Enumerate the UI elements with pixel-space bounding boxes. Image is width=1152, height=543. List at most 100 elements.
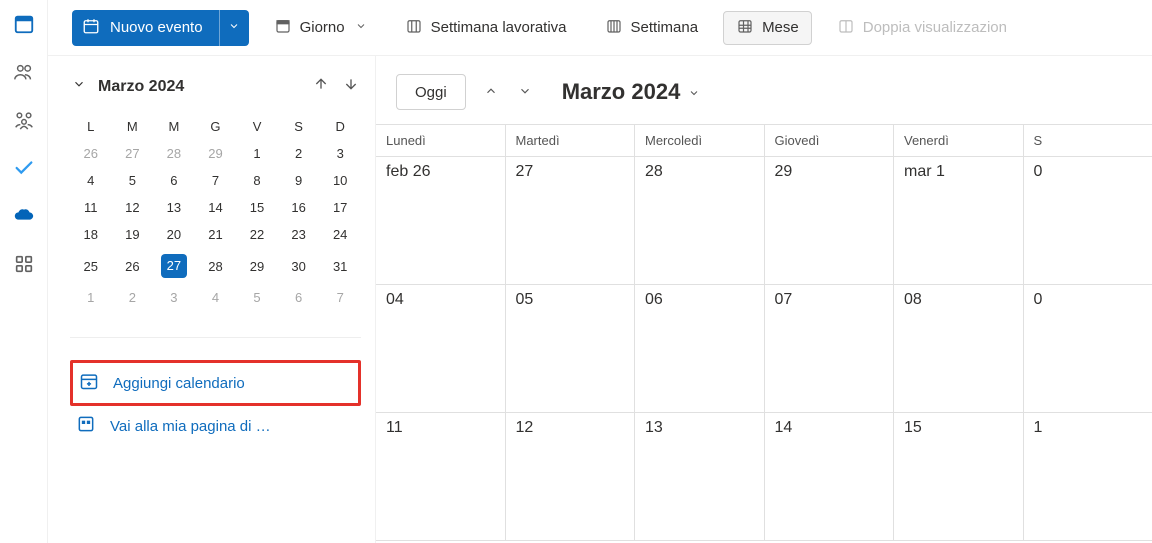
calendar-title[interactable]: Marzo 2024 — [562, 79, 701, 105]
mini-day-cell[interactable]: 26 — [70, 140, 112, 167]
mini-day-cell[interactable]: 23 — [278, 221, 320, 248]
left-rail — [0, 0, 48, 543]
mini-day-cell[interactable]: 7 — [319, 284, 361, 311]
mini-day-cell[interactable]: 31 — [319, 248, 361, 284]
people-icon[interactable] — [12, 60, 36, 84]
prev-period-button[interactable] — [482, 82, 500, 103]
day-cell[interactable]: mar 1 — [894, 157, 1024, 285]
mini-day-cell[interactable]: 6 — [278, 284, 320, 311]
mini-day-cell[interactable]: 27 — [153, 248, 195, 284]
mini-day-cell[interactable]: 27 — [112, 140, 154, 167]
mini-day-cell[interactable]: 17 — [319, 194, 361, 221]
new-event-label: Nuovo evento — [110, 19, 203, 36]
onedrive-icon[interactable] — [12, 204, 36, 228]
day-cell[interactable]: 28 — [635, 157, 765, 285]
toolbar: Nuovo evento Giorno Settimana lavorativa — [48, 0, 1152, 56]
dow-header: Giovedì — [765, 125, 895, 157]
mini-day-cell[interactable]: 25 — [70, 248, 112, 284]
mini-calendar-header: Marzo 2024 — [70, 74, 361, 99]
mini-day-cell[interactable]: 2 — [112, 284, 154, 311]
mini-day-cell[interactable]: 29 — [236, 248, 278, 284]
mini-day-cell[interactable]: 3 — [153, 284, 195, 311]
day-cell[interactable]: 05 — [506, 285, 636, 413]
mini-day-cell[interactable]: 19 — [112, 221, 154, 248]
day-cell[interactable]: 12 — [506, 413, 636, 541]
mini-day-cell[interactable]: 4 — [70, 167, 112, 194]
mini-day-cell[interactable]: 24 — [319, 221, 361, 248]
mini-day-cell[interactable]: 22 — [236, 221, 278, 248]
mini-calendar: LMMGVSD262728291234567891011121314151617… — [70, 113, 361, 311]
collapse-chevron-icon[interactable] — [70, 75, 88, 98]
day-cell[interactable]: feb 26 — [376, 157, 506, 285]
mini-day-cell[interactable]: 6 — [153, 167, 195, 194]
mini-day-cell[interactable]: 18 — [70, 221, 112, 248]
next-period-button[interactable] — [516, 82, 534, 103]
mini-day-cell[interactable]: 8 — [236, 167, 278, 194]
day-cell[interactable]: 13 — [635, 413, 765, 541]
dow-header: Lunedì — [376, 125, 506, 157]
prev-month-icon[interactable] — [311, 74, 331, 99]
day-cell[interactable]: 0 — [1024, 157, 1152, 285]
mini-day-cell[interactable]: 16 — [278, 194, 320, 221]
day-cell[interactable]: 14 — [765, 413, 895, 541]
day-cell[interactable]: 08 — [894, 285, 1024, 413]
mini-day-cell[interactable]: 30 — [278, 248, 320, 284]
mini-day-cell[interactable]: 1 — [70, 284, 112, 311]
view-workweek-button[interactable]: Settimana lavorativa — [392, 11, 580, 45]
mini-day-cell[interactable]: 1 — [236, 140, 278, 167]
mini-day-cell[interactable]: 26 — [112, 248, 154, 284]
mini-day-cell[interactable]: 15 — [236, 194, 278, 221]
mini-day-cell[interactable]: 28 — [195, 248, 237, 284]
bookings-icon — [76, 414, 96, 438]
day-cell[interactable]: 0 — [1024, 285, 1152, 413]
mini-day-cell[interactable]: 13 — [153, 194, 195, 221]
mini-day-cell[interactable]: 7 — [195, 167, 237, 194]
today-button[interactable]: Oggi — [396, 74, 466, 110]
mini-day-cell[interactable]: 2 — [278, 140, 320, 167]
day-cell[interactable]: 06 — [635, 285, 765, 413]
mini-day-cell[interactable]: 5 — [112, 167, 154, 194]
calendar-app-icon[interactable] — [12, 12, 36, 36]
mini-day-cell[interactable]: 28 — [153, 140, 195, 167]
mini-day-cell[interactable]: 5 — [236, 284, 278, 311]
day-cell[interactable]: 07 — [765, 285, 895, 413]
new-event-dropdown[interactable] — [219, 10, 249, 46]
view-week-button[interactable]: Settimana — [592, 11, 712, 45]
mini-day-cell[interactable]: 11 — [70, 194, 112, 221]
day-cell[interactable]: 29 — [765, 157, 895, 285]
day-cell[interactable]: 15 — [894, 413, 1024, 541]
next-month-icon[interactable] — [341, 74, 361, 99]
mini-day-cell[interactable]: 4 — [195, 284, 237, 311]
mini-dow-header: G — [195, 113, 237, 140]
mini-day-cell[interactable]: 29 — [195, 140, 237, 167]
mini-dow-header: D — [319, 113, 361, 140]
mini-dow-header: V — [236, 113, 278, 140]
day-cell[interactable]: 04 — [376, 285, 506, 413]
chevron-down-icon — [688, 79, 700, 105]
dow-header: S — [1024, 125, 1152, 157]
add-calendar-link[interactable]: Aggiungi calendario — [70, 360, 361, 406]
mini-day-cell[interactable]: 9 — [278, 167, 320, 194]
week-view-icon — [605, 17, 623, 39]
day-cell[interactable]: 11 — [376, 413, 506, 541]
day-cell[interactable]: 27 — [506, 157, 636, 285]
groups-icon[interactable] — [12, 108, 36, 132]
mini-day-cell[interactable]: 20 — [153, 221, 195, 248]
apps-icon[interactable] — [12, 252, 36, 276]
view-day-button[interactable]: Giorno — [261, 11, 380, 45]
todo-icon[interactable] — [12, 156, 36, 180]
new-event-button[interactable]: Nuovo evento — [72, 10, 219, 46]
view-split-button[interactable]: Doppia visualizzazion — [824, 11, 1020, 45]
mini-day-cell[interactable]: 14 — [195, 194, 237, 221]
mini-day-cell[interactable]: 3 — [319, 140, 361, 167]
mini-day-cell[interactable]: 21 — [195, 221, 237, 248]
mini-dow-header: L — [70, 113, 112, 140]
mini-day-cell[interactable]: 10 — [319, 167, 361, 194]
dow-header: Mercoledì — [635, 125, 765, 157]
day-cell[interactable]: 1 — [1024, 413, 1152, 541]
bookings-link[interactable]: Vai alla mia pagina di … — [70, 406, 361, 446]
calendar-plus-icon — [82, 17, 100, 39]
mini-day-cell[interactable]: 12 — [112, 194, 154, 221]
month-view-icon — [736, 17, 754, 39]
view-month-button[interactable]: Mese — [723, 11, 812, 45]
